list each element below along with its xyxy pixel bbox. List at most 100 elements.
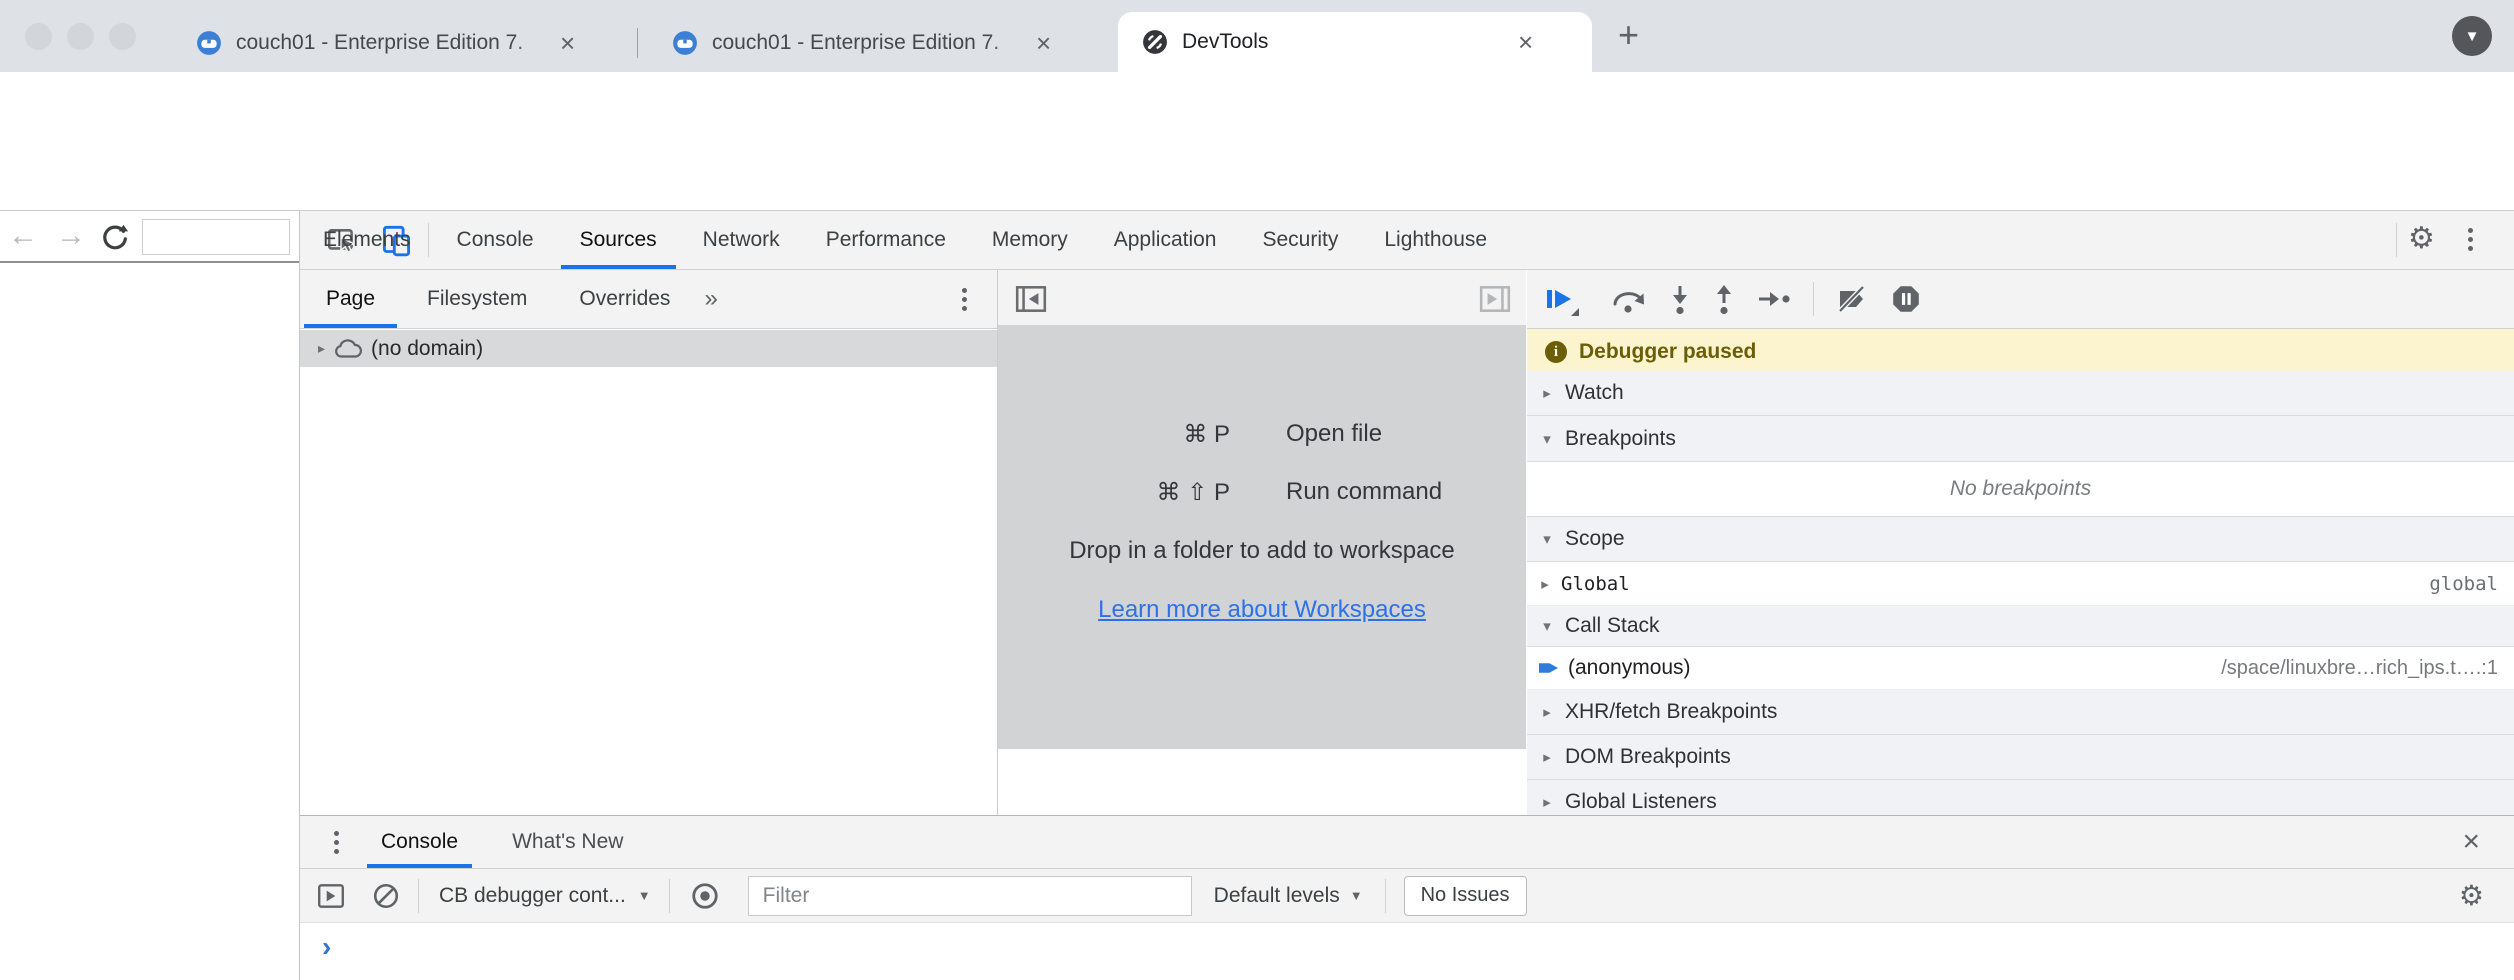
devtools-panel-tabs: Elements Console Sources Network Perform… [300, 211, 2514, 269]
console-context-selector[interactable]: CB debugger cont... [439, 884, 626, 908]
navigator-tab-page[interactable]: Page [300, 270, 401, 328]
pause-on-exceptions-icon[interactable] [1890, 283, 1922, 315]
console-sidebar-toggle-icon[interactable] [316, 882, 346, 910]
console-drawer: Console What's New × CB debugger cont...… [300, 815, 2514, 980]
scope-global-value: global [2429, 573, 2498, 595]
navigator-tab-overrides[interactable]: Overrides [553, 270, 696, 328]
workspaces-learn-more-link[interactable]: Learn more about Workspaces [998, 596, 1526, 624]
section-watch[interactable]: ▸ Watch [1527, 371, 2514, 416]
navigator-tab-filesystem[interactable]: Filesystem [401, 270, 553, 328]
section-call-stack[interactable]: ▾ Call Stack [1527, 606, 2514, 647]
collapse-left-panel-icon[interactable] [1014, 283, 1048, 315]
expanded-triangle-icon[interactable]: ▾ [1539, 530, 1555, 548]
editor-header [998, 270, 1526, 329]
bookmarks-bar: Apps aaa Other Bookmarks Reading List [0, 145, 2514, 211]
expanded-triangle-icon[interactable]: ▾ [1539, 430, 1555, 448]
toolbar-divider [1385, 879, 1386, 913]
collapsed-triangle-icon[interactable]: ▸ [1539, 748, 1555, 766]
console-prompt-icon[interactable]: › [322, 931, 331, 963]
run-command-shortcut-label: Run command [1286, 478, 1442, 506]
collapsed-triangle-icon[interactable]: ▸ [1539, 384, 1555, 402]
tab-application[interactable]: Application [1091, 211, 1240, 269]
tab-search-button[interactable]: ▼ [2452, 16, 2492, 56]
paused-info-icon: i [1545, 341, 1567, 363]
tab-title: DevTools [1182, 30, 1512, 54]
devtools-window: Elements Console Sources Network Perform… [300, 211, 2514, 980]
open-file-shortcut-label: Open file [1286, 420, 1382, 448]
no-breakpoints-row: No breakpoints [1527, 462, 2514, 517]
browser-tab-1[interactable]: couch01 - Enterprise Edition 7. × [176, 14, 614, 72]
frame-location[interactable]: /space/linuxbre…rich_ips.t….:1 [2221, 657, 2498, 680]
navigator-menu-icon[interactable] [962, 288, 967, 311]
tab-performance[interactable]: Performance [803, 211, 969, 269]
console-filter-input[interactable] [748, 876, 1192, 916]
close-tab-icon[interactable]: × [1518, 29, 1533, 55]
toolbar-divider [669, 879, 670, 913]
call-stack-frame-row[interactable]: (anonymous) /space/linuxbre…rich_ips.t….… [1527, 647, 2514, 690]
cloud-icon [333, 338, 363, 359]
default-levels-dropdown[interactable]: Default levels [1214, 884, 1340, 908]
devtools-menu-icon[interactable] [2468, 228, 2473, 251]
debugger-paused-banner: i Debugger paused [1527, 329, 2514, 375]
close-tab-icon[interactable]: × [560, 30, 575, 56]
drawer-tab-console[interactable]: Console [363, 816, 476, 868]
deactivate-breakpoints-icon[interactable] [1836, 284, 1868, 314]
collapsed-triangle-icon[interactable]: ▸ [1539, 793, 1555, 811]
tab-security[interactable]: Security [1239, 211, 1361, 269]
live-expression-eye-icon[interactable] [690, 881, 720, 911]
current-frame-arrow-icon [1539, 661, 1558, 676]
new-tab-button[interactable]: + [1618, 14, 1639, 56]
no-issues-button[interactable]: No Issues [1404, 876, 1527, 916]
close-tab-icon[interactable]: × [1036, 30, 1051, 56]
section-dom-breakpoints[interactable]: ▸ DOM Breakpoints [1527, 735, 2514, 780]
run-command-shortcut-keys: ⌘ ⇧ P [1000, 478, 1230, 507]
tree-expand-icon[interactable]: ▸ [318, 340, 325, 357]
browser-tab-devtools-active[interactable]: DevTools × [1118, 12, 1592, 72]
clear-console-icon[interactable] [372, 882, 400, 910]
more-tabs-icon[interactable]: » [704, 285, 717, 313]
close-drawer-icon[interactable]: × [2462, 825, 2480, 859]
tab-network[interactable]: Network [680, 211, 803, 269]
forward-icon[interactable]: → [56, 219, 86, 253]
settings-gear-icon[interactable]: ⚙ [2408, 221, 2435, 256]
resume-script-icon[interactable] [1543, 284, 1575, 314]
step-over-icon[interactable] [1609, 283, 1647, 315]
step-into-icon[interactable] [1669, 283, 1691, 315]
tab-lighthouse[interactable]: Lighthouse [1361, 211, 1510, 269]
section-breakpoints[interactable]: ▾ Breakpoints [1527, 416, 2514, 462]
expanded-triangle-icon[interactable]: ▾ [1539, 617, 1555, 635]
screencast-url-input[interactable] [142, 219, 290, 255]
back-icon[interactable]: ← [8, 219, 38, 253]
drop-folder-hint: Drop in a folder to add to workspace [998, 537, 1526, 565]
section-xhr-breakpoints[interactable]: ▸ XHR/fetch Breakpoints [1527, 690, 2514, 735]
browser-toolbar: ← → devtools://devtools/bundled/inspecto… [0, 72, 2514, 145]
chevron-down-icon: ▼ [1350, 888, 1363, 903]
reload-icon[interactable] [100, 222, 130, 252]
toolbar-divider [418, 879, 419, 913]
tab-elements[interactable]: Elements [300, 211, 434, 269]
tab-sources[interactable]: Sources [557, 211, 680, 269]
debugger-sidebar: i Debugger paused ▸ Watch ▾ Breakpoints … [1527, 270, 2514, 815]
chevron-down-icon: ▼ [2465, 28, 2480, 45]
window-zoom-button[interactable] [109, 23, 136, 50]
toolbar-divider [2396, 223, 2397, 257]
window-close-button[interactable] [25, 23, 52, 50]
step-icon[interactable] [1757, 288, 1791, 310]
tree-item-no-domain[interactable]: ▸ (no domain) [300, 330, 997, 367]
console-settings-gear-icon[interactable]: ⚙ [2459, 879, 2484, 912]
browser-tab-2[interactable]: couch01 - Enterprise Edition 7. × [652, 14, 1090, 72]
window-minimize-button[interactable] [67, 23, 94, 50]
collapsed-triangle-icon[interactable]: ▸ [1539, 703, 1555, 721]
paused-status-text: Debugger paused [1579, 340, 1756, 364]
drawer-tab-whats-new[interactable]: What's New [494, 816, 641, 868]
drawer-menu-icon[interactable] [334, 831, 339, 854]
tab-console[interactable]: Console [434, 211, 557, 269]
scope-global-row[interactable]: ▸ Global global [1527, 562, 2514, 606]
open-file-shortcut-keys: ⌘ P [1000, 420, 1230, 449]
tree-item-label: (no domain) [371, 337, 483, 361]
tab-memory[interactable]: Memory [969, 211, 1091, 269]
collapsed-triangle-icon[interactable]: ▸ [1539, 575, 1551, 593]
step-out-icon[interactable] [1713, 283, 1735, 315]
expand-right-panel-icon[interactable] [1478, 283, 1512, 315]
section-scope[interactable]: ▾ Scope [1527, 517, 2514, 562]
